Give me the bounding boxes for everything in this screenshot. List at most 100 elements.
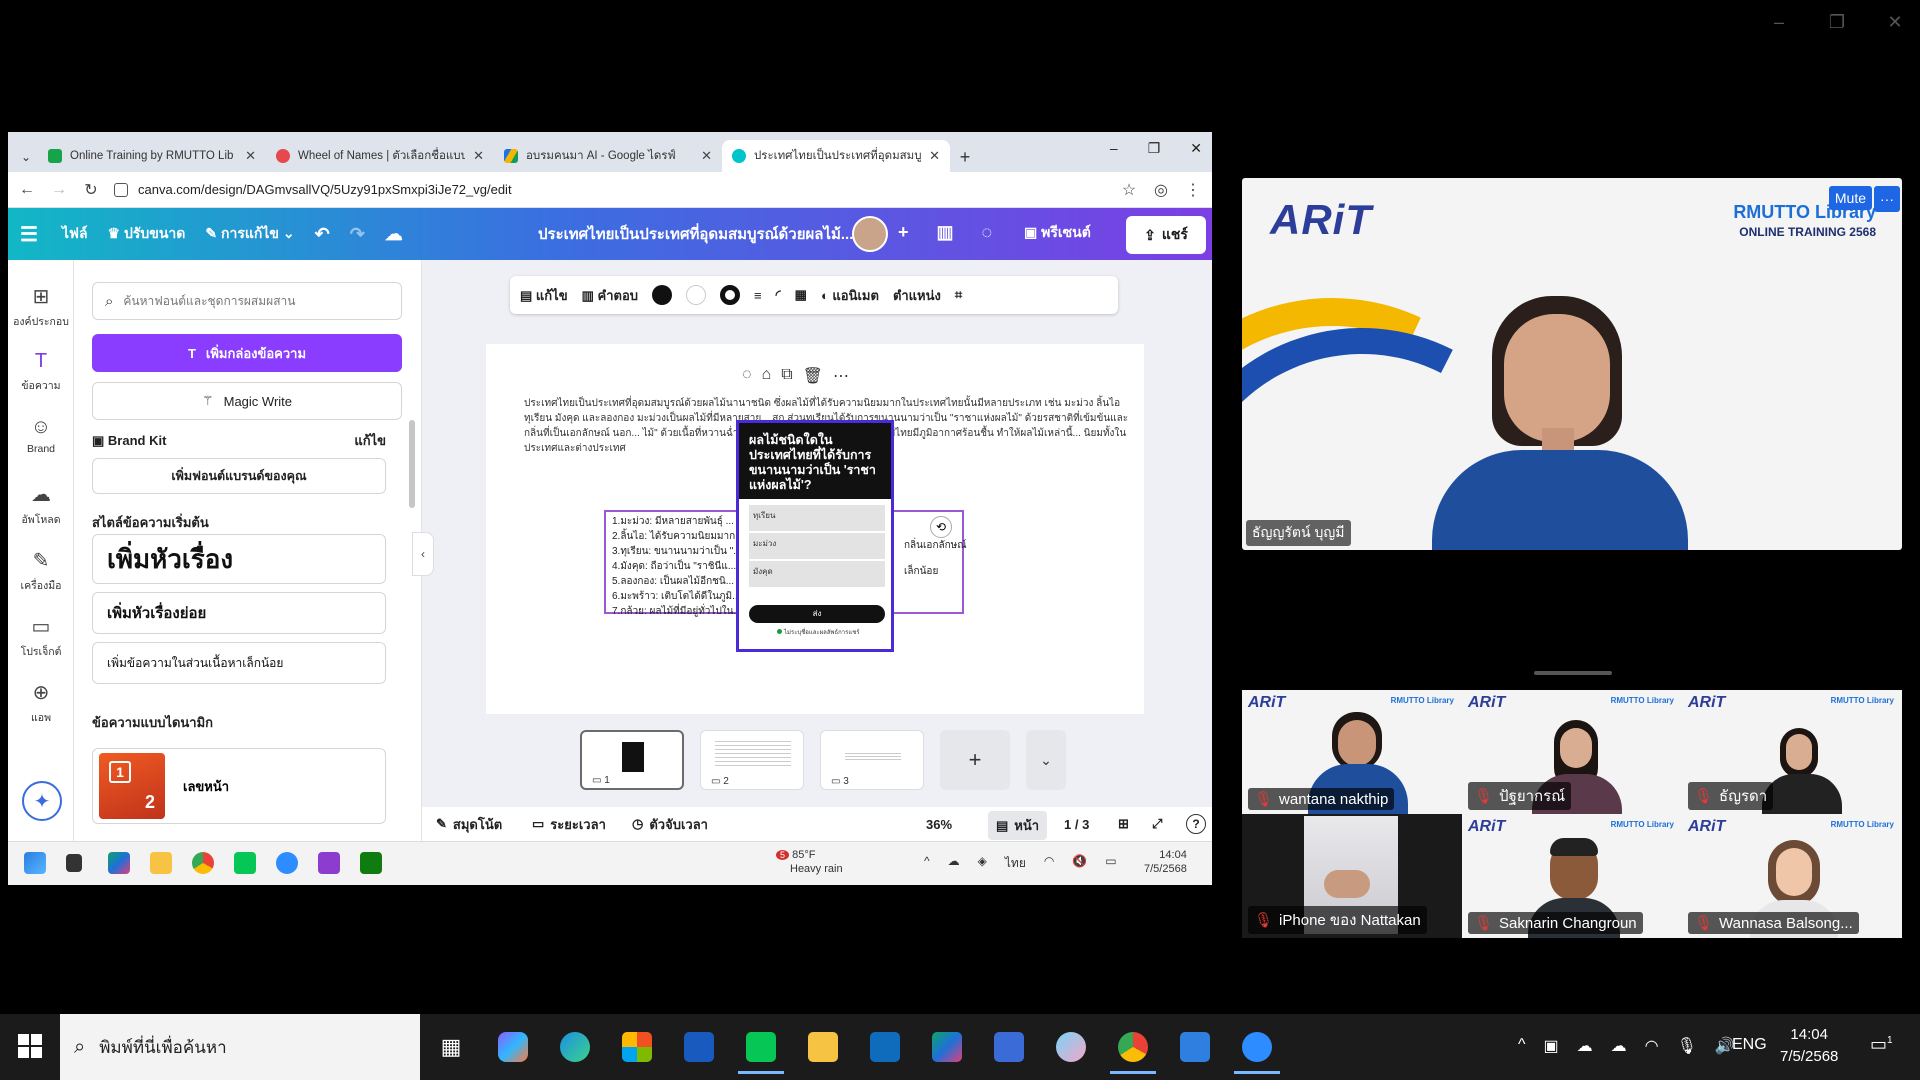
more-icon[interactable]: ⋯: [833, 366, 849, 386]
participant-tile[interactable]: ARiT RMUTTO Library 🎙 ปัฐยากรณ์: [1462, 690, 1682, 814]
rail-item-tools[interactable]: ✎ เครื่องมือ: [8, 548, 74, 594]
add-collaborator-button[interactable]: +: [898, 222, 909, 243]
add-heading-style[interactable]: เพิ่มหัวเรื่อง: [92, 534, 386, 584]
comment-icon[interactable]: ◌: [982, 222, 993, 243]
design-page[interactable]: ◌ ⌂ ⧉ 🗑 ⋯ ประเทศไทยเป็นประเทศที่อุดมสมบู…: [486, 344, 1144, 714]
add-page-button[interactable]: +: [940, 730, 1010, 790]
color-swatch-black[interactable]: [652, 285, 672, 305]
add-brand-font-button[interactable]: เพิ่มฟอนต์แบรนด์ของคุณ: [92, 458, 386, 494]
duration-button[interactable]: ▭ ระยะเวลา: [532, 814, 606, 835]
magic-write-button[interactable]: ⚚ Magic Write: [92, 382, 402, 420]
onedrive-business-icon[interactable]: ☁: [1611, 1036, 1627, 1056]
restore-icon[interactable]: ❐: [1828, 12, 1846, 33]
browser-tab-wheel-of-names[interactable]: Wheel of Names | ตัวเลือกชื่อแบบ ✕: [266, 140, 494, 172]
grid-view-icon[interactable]: ⊞: [1118, 816, 1129, 832]
rail-item-text[interactable]: T ข้อความ: [8, 350, 74, 394]
cloud-icon[interactable]: ☁: [948, 854, 960, 873]
zoom-app-icon[interactable]: [1234, 1032, 1280, 1074]
edge-icon[interactable]: [560, 1032, 590, 1062]
language-indicator[interactable]: ENG: [1732, 1036, 1767, 1054]
meet-now-icon[interactable]: ▣: [1544, 1036, 1559, 1056]
lock-icon[interactable]: ⌂: [762, 366, 772, 386]
pages-view-button[interactable]: ▤ หน้า: [988, 811, 1048, 840]
task-view-icon[interactable]: ▦: [436, 1032, 466, 1062]
browser-tab-canva[interactable]: ประเทศไทยเป็นประเทศที่อุดมสมบูรณ์ ✕: [722, 140, 950, 172]
site-info-icon[interactable]: [114, 182, 128, 197]
outlook-icon[interactable]: [870, 1032, 900, 1062]
transparency-icon[interactable]: ▦: [795, 287, 807, 303]
active-speaker-video[interactable]: ARiT RMUTTO Library ONLINE TRAINING 2568…: [1242, 178, 1902, 550]
participant-tile[interactable]: 🎙 iPhone ของ Nattakan: [1242, 814, 1462, 938]
mute-button[interactable]: Mute: [1828, 186, 1872, 210]
comment-add-icon[interactable]: ◌: [742, 366, 752, 386]
notification-center[interactable]: ▭1: [1870, 1034, 1893, 1055]
page-number-option[interactable]: 1 2 เลขหน้า: [92, 748, 386, 824]
onedrive-icon[interactable]: ☁: [1577, 1036, 1593, 1056]
participant-tile[interactable]: ARiT RMUTTO Library 🎙 Saknarin Changroun: [1462, 814, 1682, 938]
minimize-icon[interactable]: –: [1770, 12, 1788, 33]
restore-icon[interactable]: ❐: [1148, 140, 1161, 157]
rail-item-apps[interactable]: ⊕ แอพ: [8, 680, 74, 726]
quiz-option[interactable]: มังคุด: [749, 561, 885, 587]
url-field[interactable]: canva.com/design/DAGmvsallVQ/5Uzy91pxSmx…: [114, 182, 1106, 197]
line-app-icon[interactable]: [738, 1032, 784, 1074]
zoom-icon[interactable]: [276, 852, 298, 874]
edit-mode-button[interactable]: ✎ การแก้ไข ⌄: [205, 223, 294, 245]
tab-close-icon[interactable]: ✕: [701, 148, 712, 164]
add-textbox-button[interactable]: T เพิ่มกล่องข้อความ: [92, 334, 402, 372]
inner-clock[interactable]: 14:04 7/5/2568: [1144, 848, 1187, 876]
resize-button[interactable]: ♛ ปรับขนาด: [108, 223, 186, 245]
animate-button[interactable]: ◐ แอนิเมต: [821, 285, 879, 306]
zoom-level[interactable]: 36%: [926, 817, 952, 832]
tab-search-dropdown-icon[interactable]: ⌄: [14, 142, 38, 172]
tab-close-icon[interactable]: ✕: [929, 148, 940, 164]
windows-start-button[interactable]: [18, 1034, 42, 1058]
page-thumbnail[interactable]: ▭ 1: [580, 730, 684, 790]
quiz-option[interactable]: ทุเรียน: [749, 505, 885, 531]
rail-item-elements[interactable]: ⊞ องค์ประกอบ: [8, 284, 74, 330]
duplicate-icon[interactable]: ⧉: [781, 366, 792, 386]
snipping-tool-icon[interactable]: [1056, 1032, 1086, 1062]
file-explorer-icon[interactable]: [150, 852, 172, 874]
quiz-option[interactable]: มะม่วง: [749, 533, 885, 559]
avatar[interactable]: [852, 216, 888, 252]
share-button[interactable]: ⇪ แชร์: [1126, 216, 1206, 254]
panel-scrollbar[interactable]: [409, 420, 415, 508]
remote-desktop-icon[interactable]: [994, 1032, 1024, 1062]
taskbar-search-input[interactable]: ⌕ พิมพ์ที่นี่เพื่อค้นหา: [60, 1014, 420, 1080]
store-icon[interactable]: [622, 1032, 652, 1062]
add-subheading-style[interactable]: เพิ่มหัวเรื่องย่อย: [92, 592, 386, 634]
new-tab-button[interactable]: +: [950, 142, 980, 172]
quiz-form-element[interactable]: ผลไม้ชนิดใดในประเทศไทยที่ได้รับการขนานนา…: [736, 420, 894, 652]
quiz-submit-button[interactable]: ส่ง: [749, 605, 885, 623]
corner-rounding-icon[interactable]: ◜: [776, 287, 781, 303]
network-icon[interactable]: ◈: [978, 854, 987, 873]
m365-icon[interactable]: [108, 852, 130, 874]
word-icon[interactable]: [684, 1032, 714, 1062]
brand-kit-edit-link[interactable]: แก้ไข: [354, 430, 386, 451]
collapse-panel-button[interactable]: ‹: [412, 532, 434, 576]
participant-tile[interactable]: ARiT RMUTTO Library 🎙 Wannasa Balsong...: [1682, 814, 1902, 938]
more-options-button[interactable]: ···: [1874, 186, 1900, 212]
app-icon[interactable]: [318, 852, 340, 874]
microphone-icon[interactable]: 🎙: [1677, 1036, 1697, 1056]
battery-icon[interactable]: ▭: [1105, 854, 1116, 873]
cloud-saved-icon[interactable]: ☁: [385, 224, 403, 245]
speaker-muted-icon[interactable]: 🔇: [1072, 854, 1087, 873]
participant-tile[interactable]: ARiT RMUTTO Library 🎙 wantana nakthip: [1242, 690, 1462, 814]
redo-icon[interactable]: ↷: [350, 224, 365, 245]
windows-start-icon[interactable]: [24, 852, 46, 874]
photos-icon[interactable]: [1180, 1032, 1210, 1062]
position-button[interactable]: ตำแหน่ง: [893, 285, 941, 306]
close-icon[interactable]: ✕: [1190, 140, 1202, 157]
fullscreen-icon[interactable]: ⤢: [1152, 816, 1162, 832]
participant-tile[interactable]: ARiT RMUTTO Library 🎙 ธัญรดา: [1682, 690, 1902, 814]
add-page-options-button[interactable]: ⌄: [1026, 730, 1066, 790]
line-icon[interactable]: [234, 852, 256, 874]
font-search-input[interactable]: ⌕ ค้นหาฟอนต์และชุดการผสมผสาน: [92, 282, 402, 320]
tab-close-icon[interactable]: ✕: [473, 148, 484, 164]
browser-tab-google-drive[interactable]: อบรมคนมา AI - Google ไดรฟ์ ✕: [494, 140, 722, 172]
file-explorer-icon[interactable]: [808, 1032, 838, 1062]
page-thumbnail[interactable]: ▭ 2: [700, 730, 804, 790]
rotate-handle-icon[interactable]: ⟲: [930, 516, 952, 538]
